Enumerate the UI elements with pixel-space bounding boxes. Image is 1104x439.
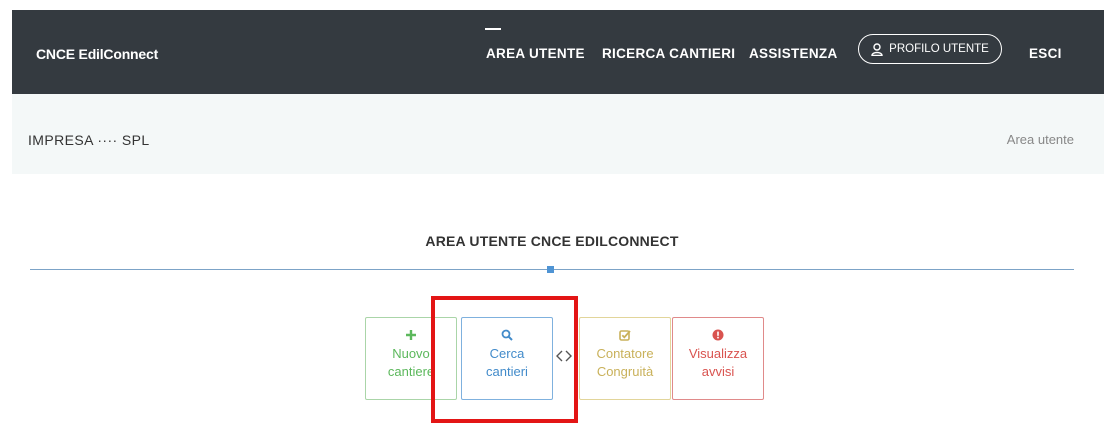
- active-nav-indicator: [485, 28, 501, 30]
- visualizza-avvisi-button[interactable]: Visualizza avvisi: [672, 317, 764, 400]
- top-navbar: CNCE EdilConnect AREA UTENTE RICERCA CAN…: [12, 10, 1104, 94]
- nav-area-utente[interactable]: AREA UTENTE: [486, 46, 585, 61]
- section-title: AREA UTENTE CNCE EDILCONNECT: [425, 233, 679, 249]
- brand-logo[interactable]: CNCE EdilConnect: [36, 46, 158, 62]
- nav-assistenza[interactable]: ASSISTENZA: [749, 46, 838, 61]
- tile-label-line2: cantiere: [387, 364, 435, 379]
- divider-marker: [547, 266, 554, 273]
- check-square-icon: [619, 326, 631, 344]
- page-header-bar: IMPRESA ···· SPL Area utente: [12, 94, 1104, 174]
- profile-user-label: PROFILO UTENTE: [889, 43, 989, 55]
- highlight-box: [431, 296, 578, 423]
- tile-label-line2: avvisi: [701, 364, 735, 379]
- alert-circle-icon: [712, 326, 724, 344]
- company-name: IMPRESA ···· SPL: [28, 132, 150, 148]
- tile-label-line1: Nuovo: [392, 346, 430, 361]
- profile-user-button[interactable]: PROFILO UTENTE: [858, 34, 1002, 64]
- breadcrumb[interactable]: Area utente: [1007, 132, 1074, 147]
- page: CNCE EdilConnect AREA UTENTE RICERCA CAN…: [0, 0, 1104, 439]
- user-icon: [871, 42, 883, 56]
- tile-label-line1: Visualizza: [688, 346, 748, 361]
- plus-icon: [405, 326, 417, 344]
- nav-ricerca-cantieri[interactable]: RICERCA CANTIERI: [602, 46, 735, 61]
- tile-label-line1: Contatore: [596, 346, 654, 361]
- tile-label-line2: Congruità: [596, 364, 654, 379]
- nav-esci[interactable]: ESCI: [1029, 46, 1062, 61]
- contatore-congruita-button[interactable]: Contatore Congruità: [579, 317, 671, 400]
